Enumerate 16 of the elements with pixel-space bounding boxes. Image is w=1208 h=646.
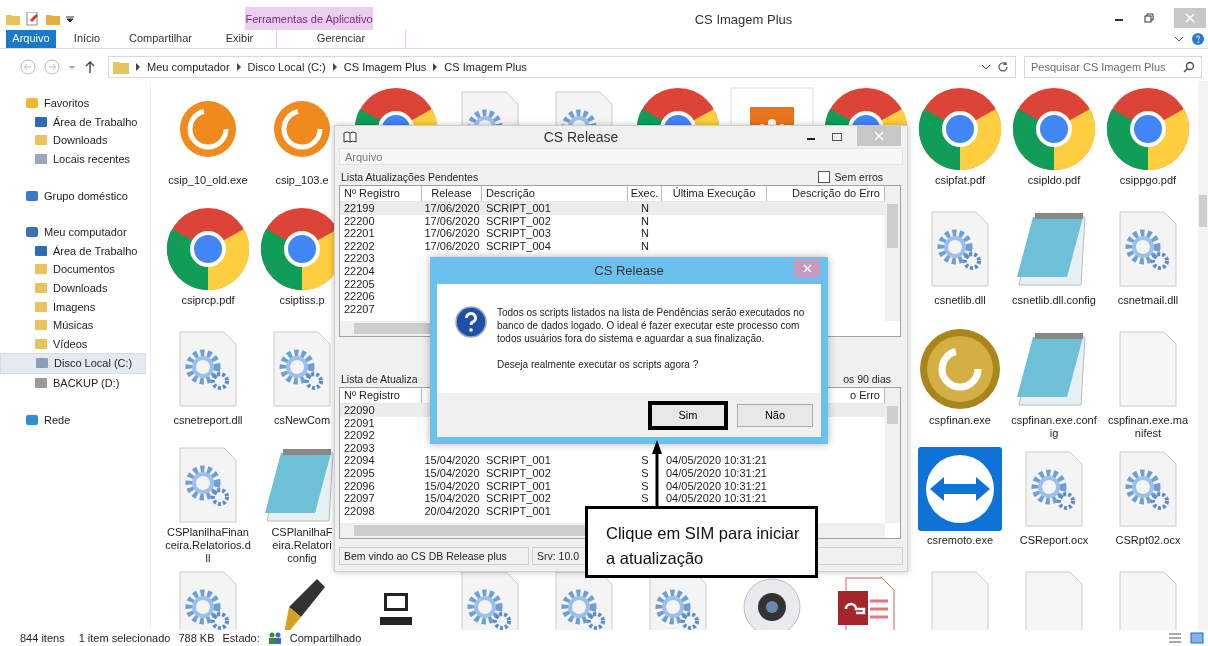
- selection-info: 1 item selecionado: [78, 632, 171, 644]
- section-title: Lista de Atualiza: [341, 373, 418, 385]
- contextual-tab-header: Ferramentas de Aplicativo: [245, 7, 373, 30]
- state-value: Compartilhado: [289, 632, 362, 644]
- dialog-question: Deseja realmente executar os scripts agora ?: [497, 358, 700, 371]
- section-title: Lista Atualizações Pendentes: [341, 171, 479, 183]
- selection-size: 788 KB: [178, 632, 215, 644]
- dialog-title: CS Release: [594, 263, 664, 278]
- annotation-tooltip: Clique em SIM para iniciar a atualização: [585, 506, 818, 578]
- state-label: Estado:: [222, 632, 260, 644]
- item-count: 844 itens: [20, 632, 65, 644]
- section-note: os 90 dias: [843, 373, 891, 385]
- window-title: CS Imagem Plus: [693, 11, 794, 29]
- window-title: CS Release: [542, 129, 620, 145]
- dialog-message: Todos os scripts listados na lista de Pendências serão executados no banco de dados logado. O ideal é fazer executar este processo com todos usuários fora do sistema e aguardar a sua finalização.: [497, 306, 806, 345]
- status-panel: Bem vindo ao CS DB Release plus: [339, 547, 529, 565]
